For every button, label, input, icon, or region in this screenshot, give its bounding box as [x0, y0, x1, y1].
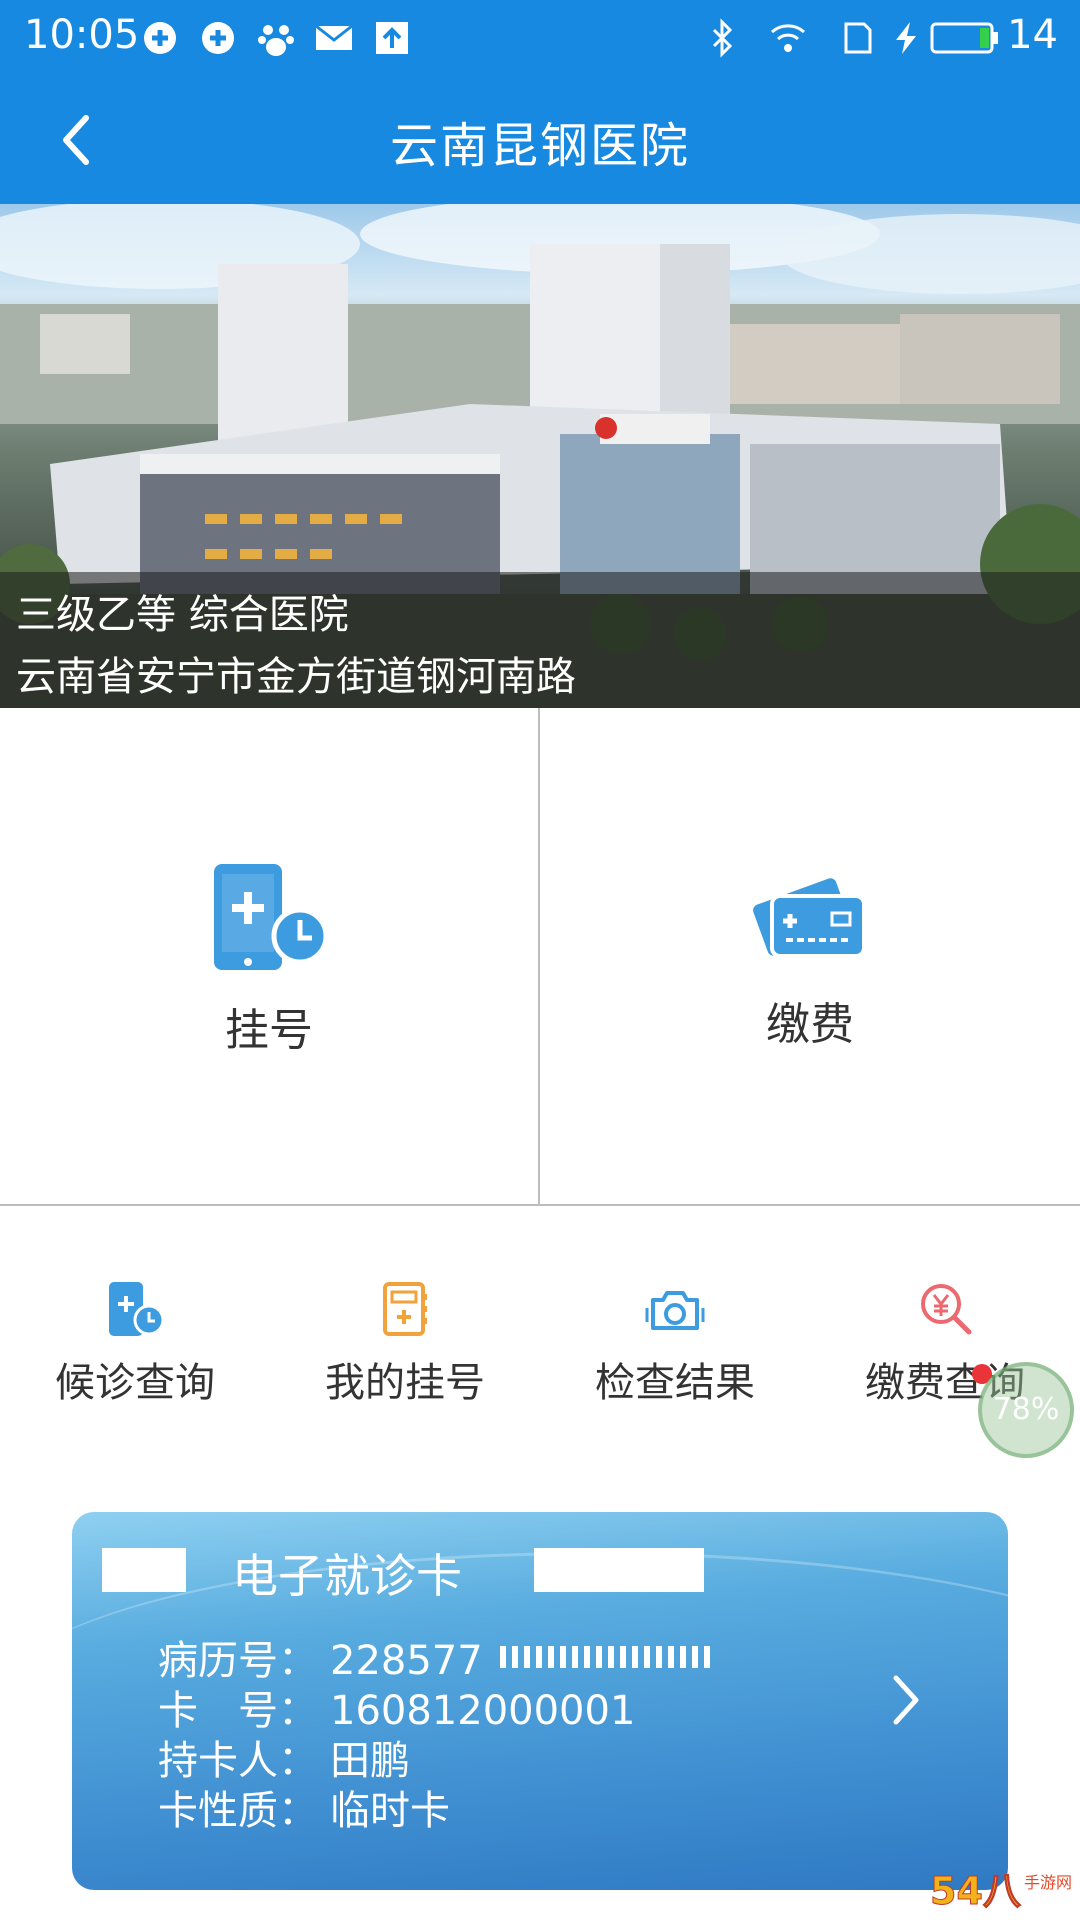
redacted-box [102, 1548, 186, 1592]
app-icon [202, 22, 234, 54]
exam-results-label: 检查结果 [595, 1360, 755, 1406]
registration-book-icon [383, 1282, 427, 1336]
charging-icon [896, 22, 916, 54]
banner-caption: 三级乙等 综合医院 云南省安宁市金方街道钢河南路 [0, 572, 1080, 708]
app-icon [144, 22, 176, 54]
sim-icon [844, 22, 872, 54]
waiting-query-label: 候诊查询 [55, 1360, 215, 1406]
card-type-key: 卡性质： [158, 1788, 318, 1834]
card-row-type: 卡性质： 临时卡 [158, 1778, 450, 1836]
card-title: 电子就诊卡 [232, 1549, 462, 1603]
hospital-address: 云南省安宁市金方街道钢河南路 [16, 654, 576, 700]
electronic-medical-card[interactable]: 电子就诊卡 病历号： 228577 卡 号： 160812000001 持卡人： 田鹏… [72, 1512, 1008, 1890]
main-actions: 挂号 缴费 [0, 708, 1080, 1206]
cards-icon [752, 874, 866, 960]
chevron-right-icon[interactable] [886, 1670, 926, 1730]
quick-actions: 候诊查询 我的挂号 检查结果 缴费查询 [0, 1260, 1080, 1420]
svg-text:手游网: 手游网 [1024, 1873, 1072, 1892]
page-title: 云南昆钢医院 [389, 118, 690, 174]
status-bar: 10:05 14 [0, 0, 1080, 76]
bluetooth-icon [712, 18, 733, 58]
camera-icon [645, 1291, 705, 1330]
waiting-query-button[interactable]: 候诊查询 [0, 1260, 270, 1420]
wifi-icon [771, 24, 805, 52]
my-registration-label: 我的挂号 [325, 1360, 485, 1406]
status-time: 10:05 [24, 12, 140, 58]
phone-clock-icon [109, 1282, 165, 1336]
yen-search-icon [921, 1284, 972, 1335]
redacted-box [534, 1548, 704, 1592]
floating-percent-bubble[interactable]: 78% [978, 1362, 1074, 1458]
payment-tile[interactable]: 缴费 [540, 708, 1080, 1204]
battery-icon [930, 22, 998, 54]
upload-icon [376, 22, 408, 54]
payment-label: 缴费 [766, 999, 854, 1050]
baidu-icon [258, 25, 294, 56]
barcode [500, 1646, 710, 1668]
mail-icon [315, 24, 353, 50]
exam-results-button[interactable]: 检查结果 [540, 1260, 810, 1420]
battery-level: 14 [1007, 12, 1058, 58]
hospital-banner[interactable]: 三级乙等 综合医院 云南省安宁市金方街道钢河南路 [0, 204, 1080, 708]
hospital-grade: 三级乙等 综合医院 [16, 592, 349, 638]
card-type-value: 临时卡 [330, 1788, 450, 1834]
svg-text:54八: 54八 [930, 1869, 1022, 1913]
register-tile[interactable]: 挂号 [0, 708, 540, 1204]
site-watermark-logo: 54八 手游网 [930, 1869, 1073, 1914]
header-bar: 云南昆钢医院 [0, 76, 1080, 204]
phone-plus-clock-icon [214, 864, 328, 970]
my-registration-button[interactable]: 我的挂号 [270, 1260, 540, 1420]
register-label: 挂号 [225, 1005, 313, 1056]
